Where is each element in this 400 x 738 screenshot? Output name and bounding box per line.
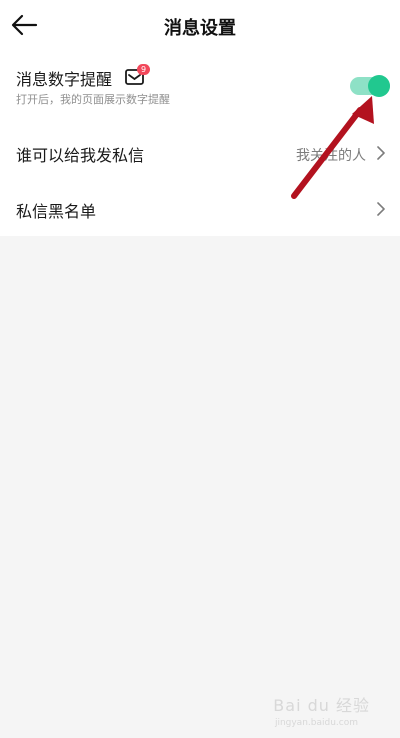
who-can-message-row[interactable]: 谁可以给我发私信 我关注的人 bbox=[0, 126, 400, 178]
blacklist-row[interactable]: 私信黑名单 bbox=[0, 184, 400, 236]
who-can-message-label: 谁可以给我发私信 bbox=[16, 146, 145, 165]
number-reminder-toggle[interactable] bbox=[350, 75, 390, 97]
watermark: Bai du 经验 bbox=[273, 696, 370, 715]
number-reminder-description: 打开后，我的页面展示数字提醒 bbox=[16, 93, 170, 106]
chevron-right-icon bbox=[377, 146, 385, 160]
top-bar: 消息设置 bbox=[0, 0, 400, 50]
page-title: 消息设置 bbox=[164, 18, 236, 39]
watermark-sub: jingyan.baidu.com bbox=[274, 718, 358, 728]
number-reminder-label: 消息数字提醒 bbox=[16, 70, 113, 89]
badge-count: 9 bbox=[137, 64, 150, 75]
who-can-message-value: 我关注的人 bbox=[296, 148, 366, 164]
toggle-knob bbox=[368, 75, 390, 97]
settings-card: 消息数字提醒 9 打开后，我的页面展示数字提醒 谁可以给我发私信 我关注的人 私… bbox=[0, 50, 400, 236]
number-reminder-row: 消息数字提醒 9 打开后，我的页面展示数字提醒 bbox=[0, 50, 400, 110]
message-icon: 9 bbox=[124, 64, 150, 89]
chevron-right-icon bbox=[377, 202, 385, 216]
blacklist-label: 私信黑名单 bbox=[16, 202, 97, 221]
